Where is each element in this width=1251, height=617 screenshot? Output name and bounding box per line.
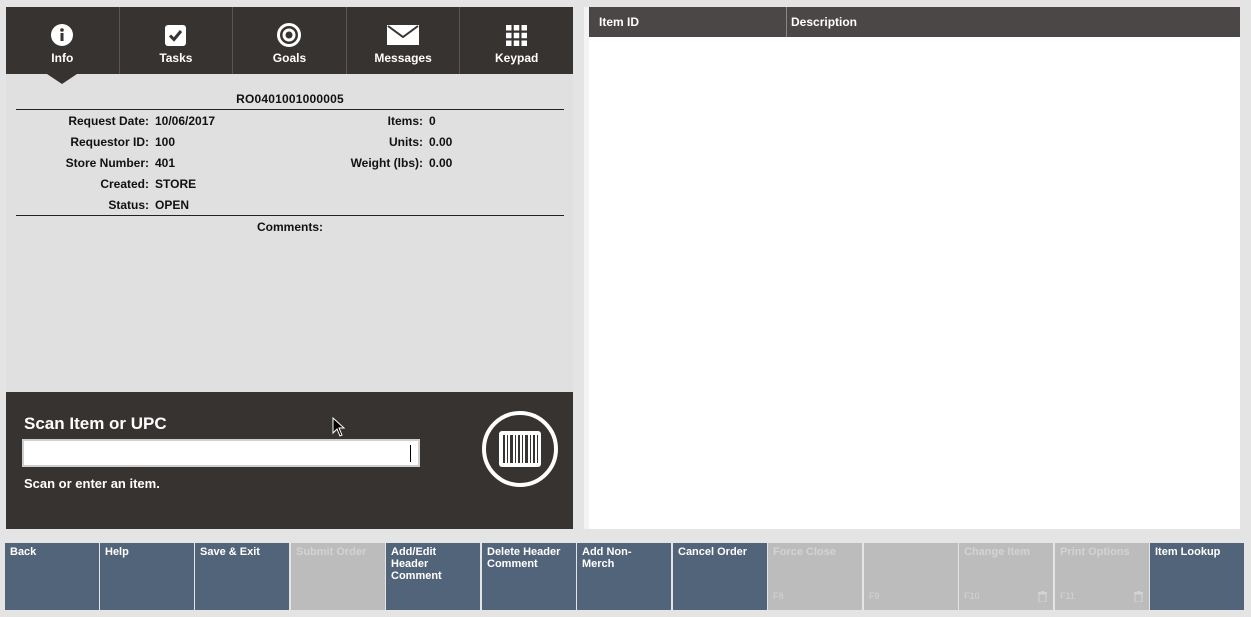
function-key-label: F11 (1060, 591, 1075, 601)
tab-messages[interactable]: Messages (347, 7, 461, 74)
add-edit-header-comment-button[interactable]: Add/Edit Header Comment (386, 543, 480, 610)
button-label: Back (10, 546, 37, 558)
function-key-label: F8 (773, 591, 784, 601)
help-button[interactable]: Help (100, 543, 194, 610)
status-row: Status: OPEN (16, 198, 189, 212)
item-list-panel: Item ID Description (584, 7, 1240, 529)
button-label: Item Lookup (1155, 546, 1221, 558)
function-button-bar: Back Help Save & Exit Submit Order Add/E… (0, 539, 1251, 617)
order-details: RO0401001000005 Request Date: 10/06/2017 … (16, 74, 564, 234)
button-label: Add/Edit Header Comment (391, 546, 442, 582)
weight-label: Weight (lbs): (350, 156, 423, 170)
units-value: 0.00 (429, 135, 453, 149)
button-label: Submit Order (296, 546, 367, 558)
tab-label: Messages (374, 51, 432, 65)
force-close-button[interactable]: Force Close F8 (768, 543, 862, 610)
order-id: RO0401001000005 (16, 74, 564, 110)
button-label: Help (105, 546, 129, 558)
save-exit-button[interactable]: Save & Exit (195, 543, 289, 610)
button-label: Add Non-Merch (582, 546, 632, 570)
items-label: Items: (387, 114, 423, 128)
scan-hint: Scan or enter an item. (24, 476, 160, 491)
envelope-icon (387, 23, 420, 47)
mouse-cursor-icon (332, 417, 346, 437)
scan-panel: Scan Item or UPC Scan or enter an item. (6, 392, 573, 529)
info-icon (51, 23, 74, 47)
tab-keypad[interactable]: Keypad (460, 7, 573, 74)
created-label: Created: (100, 177, 149, 191)
created-row: Created: STORE (16, 177, 196, 191)
trash-icon (1134, 591, 1143, 602)
submit-order-button[interactable]: Submit Order (291, 543, 385, 610)
button-label: Cancel Order (678, 546, 748, 558)
tab-label: Tasks (159, 51, 193, 65)
column-header-description[interactable]: Description (787, 7, 1240, 37)
scan-input[interactable] (22, 439, 420, 467)
tab-info[interactable]: Info (6, 7, 120, 74)
order-detail-grid: Request Date: 10/06/2017 Requestor ID: 100… (16, 110, 564, 216)
tab-label: Info (51, 51, 74, 65)
text-caret (410, 445, 411, 462)
barcode-scan-button[interactable] (482, 411, 558, 487)
function-key-label: F10 (964, 591, 980, 601)
target-icon (277, 23, 302, 47)
delete-header-comment-button[interactable]: Delete Header Comment (482, 543, 576, 610)
weight-value: 0.00 (429, 156, 453, 170)
order-info-panel: Info Tasks Goals Messages Keypad RO04010… (6, 7, 573, 529)
function-key-label: F9 (869, 591, 880, 601)
items-value: 0 (429, 114, 436, 128)
f9-button[interactable]: F9 (864, 543, 958, 610)
add-non-merch-button[interactable]: Add Non-Merch (577, 543, 671, 610)
created-value: STORE (155, 177, 197, 191)
trash-icon (1038, 591, 1047, 602)
weight-row: Weight (lbs): 0.00 (16, 156, 453, 170)
tab-label: Keypad (494, 51, 539, 65)
units-row: Units: 0.00 (16, 135, 452, 149)
barcode-icon (499, 431, 541, 467)
scan-title: Scan Item or UPC (24, 414, 167, 433)
cancel-order-button[interactable]: Cancel Order (673, 543, 767, 610)
column-header-item-id[interactable]: Item ID (589, 7, 787, 37)
keypad-icon (506, 23, 528, 47)
checkbox-icon (165, 23, 187, 47)
item-lookup-button[interactable]: Item Lookup (1150, 543, 1244, 610)
items-row: Items: 0 (16, 114, 436, 128)
item-table-body[interactable] (589, 37, 1240, 529)
button-label: Change Item (964, 546, 1031, 558)
units-label: Units: (389, 135, 423, 149)
tab-tasks[interactable]: Tasks (120, 7, 234, 74)
tab-bar: Info Tasks Goals Messages Keypad (6, 7, 573, 74)
back-button[interactable]: Back (5, 543, 99, 610)
comments-label: Comments: (256, 220, 323, 234)
button-label: Save & Exit (200, 546, 260, 558)
item-table-header: Item ID Description (589, 7, 1240, 37)
button-label: Delete Header Comment (487, 546, 561, 570)
status-value: OPEN (155, 198, 190, 212)
status-label: Status: (108, 198, 149, 212)
button-label: Force Close (773, 546, 836, 558)
tab-label: Goals (272, 51, 307, 65)
tab-goals[interactable]: Goals (233, 7, 347, 74)
change-item-button[interactable]: Change Item F10 (959, 543, 1053, 610)
print-options-button[interactable]: Print Options F11 (1055, 543, 1149, 610)
button-label: Print Options (1060, 546, 1130, 558)
